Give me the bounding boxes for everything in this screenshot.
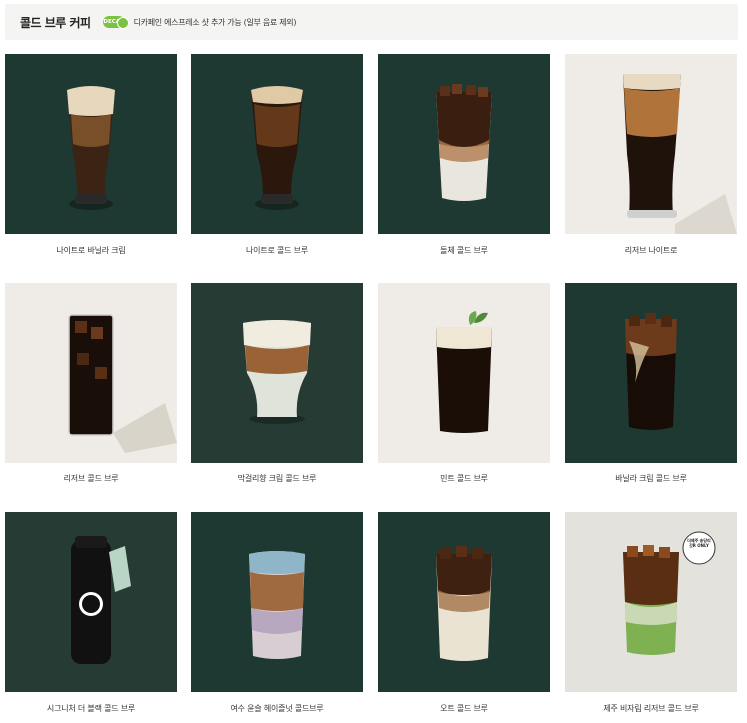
product-card[interactable]: 막걸리향 크림 콜드 브루 — [191, 283, 363, 483]
product-card[interactable]: 리저브 콜드 브루 — [5, 283, 177, 483]
product-card[interactable]: 오트 콜드 브루 — [378, 512, 550, 713]
jeju-only-badge: 더제주 송당리갓R ONLY — [687, 538, 711, 548]
product-image[interactable] — [5, 512, 177, 692]
makgeolli-cream-glass-icon — [243, 320, 311, 424]
nitro-cold-brew-glass-icon — [251, 86, 303, 210]
product-image[interactable] — [378, 283, 550, 463]
product-name[interactable]: 민트 콜드 브루 — [378, 473, 550, 484]
product-name[interactable]: 제주 비자림 리저브 콜드 브루 — [565, 703, 737, 714]
mint-cold-brew-glass-icon — [436, 311, 492, 433]
yeosu-hazelnut-glass-icon — [249, 551, 305, 659]
product-card[interactable]: 바닐라 크림 콜드 브루 — [565, 283, 737, 483]
product-image[interactable] — [5, 54, 177, 234]
product-image[interactable] — [191, 283, 363, 463]
signature-black-bottle-icon — [71, 536, 131, 664]
product-card[interactable]: 나이트로 바닐라 크림 — [5, 54, 177, 255]
product-image[interactable]: 더제주 송당리갓R ONLY — [565, 512, 737, 692]
product-name[interactable]: 시그니처 더 블랙 콜드 브루 — [5, 703, 177, 714]
reserve-nitro-glass-icon — [623, 74, 737, 234]
nitro-vanilla-glass-icon — [67, 86, 115, 210]
product-card[interactable]: 나이트로 콜드 브루 — [191, 54, 363, 255]
category-title: 콜드 브루 커피 — [20, 15, 91, 30]
product-image[interactable] — [378, 54, 550, 234]
product-name[interactable]: 돌체 콜드 브루 — [378, 245, 550, 256]
product-name[interactable]: 바닐라 크림 콜드 브루 — [565, 473, 737, 484]
product-card[interactable]: 리저브 나이트로 — [565, 54, 737, 255]
product-name[interactable]: 나이트로 콜드 브루 — [191, 245, 363, 256]
product-card[interactable]: 시그니처 더 블랙 콜드 브루 — [5, 512, 177, 713]
decaf-note: 디카페인 에스프레소 샷 추가 가능 (일부 음료 제외) — [133, 17, 297, 27]
product-name[interactable]: 여수 윤슬 헤이즐넛 콜드브루 — [191, 703, 363, 714]
product-card[interactable]: 여수 윤슬 헤이즐넛 콜드브루 — [191, 512, 363, 713]
category-header: 콜드 브루 커피 DECAF 디카페인 에스프레소 샷 추가 가능 (일부 음료… — [5, 4, 738, 40]
product-card[interactable]: 더제주 송당리갓R ONLY 제주 비자림 리저브 콜드 브루 — [565, 512, 737, 713]
reserve-cold-brew-glass-icon — [68, 314, 177, 453]
vanilla-cream-cold-brew-glass-icon — [625, 313, 677, 430]
product-image[interactable] — [565, 283, 737, 463]
product-name[interactable]: 막걸리향 크림 콜드 브루 — [191, 473, 363, 484]
product-card[interactable]: 돌체 콜드 브루 — [378, 54, 550, 255]
product-image[interactable] — [191, 512, 363, 692]
product-name[interactable]: 리저브 콜드 브루 — [5, 473, 177, 484]
product-card[interactable]: 민트 콜드 브루 — [378, 283, 550, 483]
product-image[interactable] — [565, 54, 737, 234]
product-image[interactable] — [191, 54, 363, 234]
product-name[interactable]: 나이트로 바닐라 크림 — [5, 245, 177, 256]
product-name[interactable]: 오트 콜드 브루 — [378, 703, 550, 714]
decaf-icon: DECAF — [102, 16, 129, 29]
product-image[interactable] — [378, 512, 550, 692]
jeju-bijarim-glass-icon — [623, 531, 716, 655]
product-name[interactable]: 리저브 나이트로 — [565, 245, 737, 256]
dolce-cold-brew-glass-icon — [436, 84, 492, 201]
oat-cold-brew-glass-icon — [436, 546, 492, 661]
product-image[interactable] — [5, 283, 177, 463]
